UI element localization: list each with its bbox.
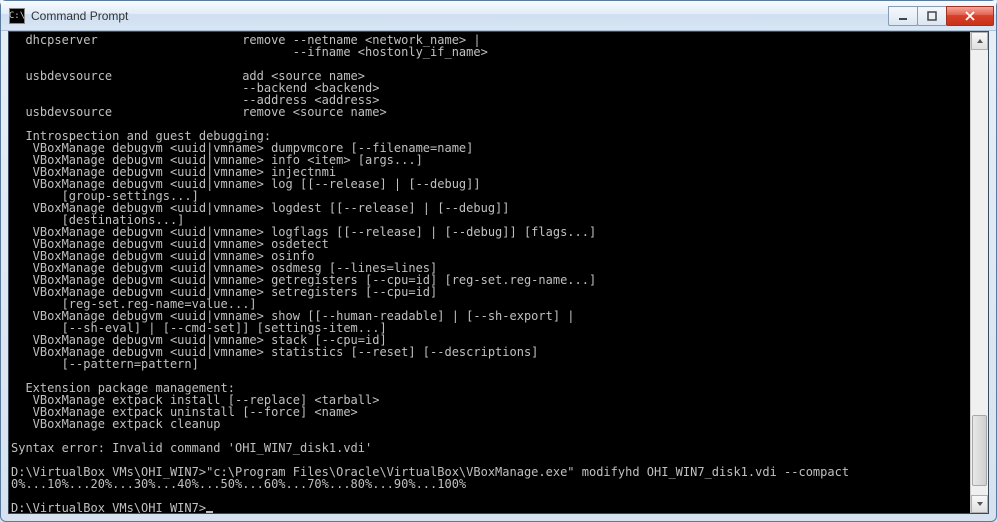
scroll-up-button[interactable]	[971, 32, 988, 50]
scroll-track[interactable]	[971, 50, 988, 495]
window-title: Command Prompt	[31, 9, 889, 23]
minimize-button[interactable]	[888, 6, 918, 26]
console-output[interactable]: dhcpserver remove --netname <network_nam…	[9, 32, 970, 513]
cmd-icon: C:\	[9, 8, 25, 24]
client-area: dhcpserver remove --netname <network_nam…	[8, 31, 989, 514]
vertical-scrollbar[interactable]	[970, 32, 988, 513]
window-controls	[889, 6, 994, 26]
scroll-thumb[interactable]	[972, 415, 987, 486]
scroll-down-button[interactable]	[971, 495, 988, 513]
close-button[interactable]	[946, 6, 994, 26]
cursor	[206, 511, 213, 513]
maximize-button[interactable]	[917, 6, 947, 26]
titlebar[interactable]: C:\ Command Prompt	[1, 1, 996, 31]
